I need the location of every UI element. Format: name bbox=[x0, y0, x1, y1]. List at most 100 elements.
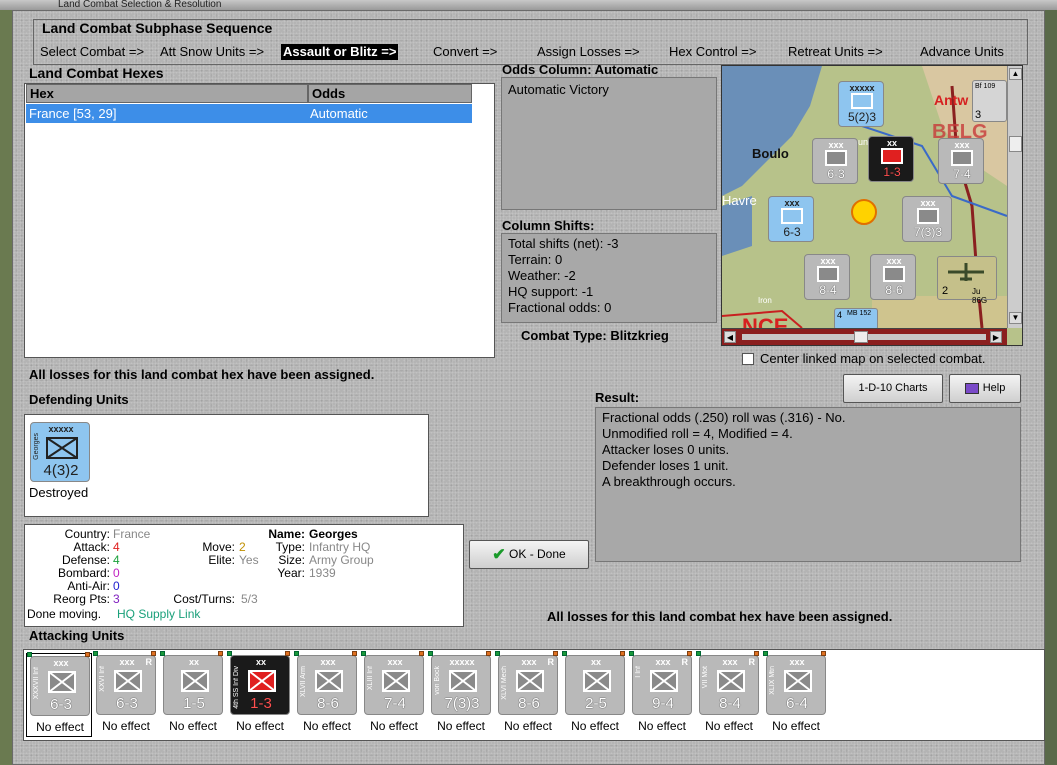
map-air-unit[interactable]: Ju 86G 2 bbox=[937, 256, 997, 305]
step-select-combat[interactable]: Select Combat => bbox=[38, 44, 146, 60]
attacking-unit[interactable]: XLVII Arm xxx 8-6 No effect bbox=[294, 651, 360, 737]
unit-counter: XXXVII Inf xxx 6-3 bbox=[30, 656, 90, 716]
unit-strength: 8-4 bbox=[719, 695, 741, 712]
center-linked-checkbox[interactable] bbox=[742, 353, 754, 365]
hexes-col-odds[interactable]: Odds bbox=[308, 84, 472, 103]
map-unit[interactable]: xxx 8-6 bbox=[870, 254, 916, 300]
attacking-unit[interactable]: XLIII Inf xxx 7-4 No effect bbox=[361, 651, 427, 737]
unit-effect: No effect bbox=[36, 720, 84, 734]
attacking-unit[interactable]: XXVI Inf xxx R 6-3 No effect bbox=[93, 651, 159, 737]
checkmark-icon: ✔ bbox=[492, 546, 506, 564]
map-unit[interactable]: xx 1-3 bbox=[868, 136, 914, 182]
scroll-up-arrow-icon[interactable]: ▲ bbox=[1009, 68, 1022, 80]
map-unit[interactable]: xxx 7(3)3 bbox=[902, 196, 952, 242]
map-unit[interactable]: xxx 8-4 bbox=[804, 254, 850, 300]
unit-counter: XXVI Inf xxx R 6-3 bbox=[96, 655, 156, 715]
status-dot-icon bbox=[620, 651, 625, 656]
supply-dot-icon bbox=[227, 651, 232, 656]
table-row[interactable]: France [53, 29] Automatic bbox=[26, 104, 472, 123]
map-vertical-scrollbar[interactable]: ▲ ▼ bbox=[1007, 66, 1022, 328]
result-line: Defender loses 1 unit. bbox=[602, 458, 729, 473]
supply-dot-icon bbox=[763, 651, 768, 656]
attacking-units-title: Attacking Units bbox=[29, 628, 125, 643]
step-hex-control[interactable]: Hex Control => bbox=[667, 44, 758, 60]
unit-strength: 6-3 bbox=[116, 695, 138, 712]
map-sea bbox=[722, 66, 822, 196]
status-dot-icon bbox=[285, 651, 290, 656]
attacking-unit[interactable]: XLVI Mech xxx R 8-6 No effect bbox=[495, 651, 561, 737]
attacking-unit[interactable]: xx 2-5 No effect bbox=[562, 651, 628, 737]
result-panel: Fractional odds (.250) roll was (.316) -… bbox=[595, 407, 1021, 562]
unit-counter: XLVII Arm xxx 8-6 bbox=[297, 655, 357, 715]
year-label: Year: bbox=[277, 566, 305, 580]
shift-hq-support: HQ support: -1 bbox=[508, 284, 594, 299]
reorg-value: 3 bbox=[113, 592, 120, 606]
losses-assigned-message-bottom: All losses for this land combat hex have… bbox=[547, 609, 893, 624]
map-horizontal-scrollbar[interactable]: ◀ ▶ bbox=[722, 328, 1007, 345]
defending-units-panel: Georges xxxxx 4(3)2 Destroyed bbox=[24, 414, 429, 517]
defending-unit[interactable]: Georges xxxxx 4(3)2 bbox=[30, 422, 90, 482]
status-dot-icon bbox=[821, 651, 826, 656]
map-air-unit[interactable]: MB 152 4 bbox=[834, 308, 878, 330]
scroll-thumb-horizontal[interactable] bbox=[854, 331, 868, 343]
status-dot-icon bbox=[151, 651, 156, 656]
map-unit[interactable]: xxx 7-4 bbox=[938, 138, 984, 184]
attacking-unit[interactable]: VII Mot xxx R 8-4 No effect bbox=[696, 651, 762, 737]
status-dot-icon bbox=[419, 651, 424, 656]
ok-done-button[interactable]: ✔ OK - Done bbox=[469, 540, 589, 569]
cost-label: Cost/Turns: bbox=[173, 592, 235, 606]
attacking-unit[interactable]: XLIX Mtn xxx 6-4 No effect bbox=[763, 651, 829, 737]
ok-done-label: OK - Done bbox=[509, 547, 566, 561]
status-dot-icon bbox=[486, 651, 491, 656]
unit-effect: No effect bbox=[169, 719, 217, 733]
step-convert[interactable]: Convert => bbox=[431, 44, 499, 60]
unit-info-panel: Country: France Attack: 4 Defense: 4 Bom… bbox=[24, 524, 464, 627]
result-line: A breakthrough occurs. bbox=[602, 474, 736, 489]
hexes-col-hex[interactable]: Hex bbox=[26, 84, 308, 103]
window-title: Land Combat Selection & Resolution bbox=[58, 0, 222, 10]
step-advance-units[interactable]: Advance Units bbox=[918, 44, 1006, 60]
attacking-unit[interactable]: von Bock xxxxx 7(3)3 No effect bbox=[428, 651, 494, 737]
column-shifts-panel: Total shifts (net): -3 Terrain: 0 Weathe… bbox=[501, 233, 717, 323]
background-map-right bbox=[1045, 10, 1057, 765]
map-label-antwerp: Antw bbox=[934, 92, 969, 108]
map-unit[interactable]: xxx 6-3 bbox=[768, 196, 814, 242]
odds-panel: Automatic Victory bbox=[501, 77, 717, 210]
map-unit[interactable]: xxx 6-3 bbox=[812, 138, 858, 184]
done-moving-label: Done moving. bbox=[27, 607, 102, 621]
attacking-unit[interactable]: I Inf xxx R 9-4 No effect bbox=[629, 651, 695, 737]
attacking-unit[interactable]: 4th SS Inf Div xx 1-3 No effect bbox=[227, 651, 293, 737]
unit-effect: No effect bbox=[571, 719, 619, 733]
step-att-snow-units[interactable]: Att Snow Units => bbox=[158, 44, 266, 60]
linked-map[interactable]: Antw BELG Boulo Havre unkirk NCE Iron xx… bbox=[721, 65, 1023, 346]
unit-effect: No effect bbox=[638, 719, 686, 733]
unit-strength: 1-5 bbox=[183, 695, 205, 712]
step-assault-or-blitz[interactable]: Assault or Blitz => bbox=[281, 44, 399, 60]
scroll-thumb[interactable] bbox=[1009, 136, 1022, 152]
unit-effect: No effect bbox=[705, 719, 753, 733]
book-icon bbox=[964, 382, 979, 394]
unit-strength: 7(3)3 bbox=[444, 695, 480, 712]
attacking-unit[interactable]: XXXVII Inf xxx 6-3 No effect bbox=[26, 652, 92, 737]
unit-counter: 4th SS Inf Div xx 1-3 bbox=[230, 655, 290, 715]
scroll-right-arrow-icon[interactable]: ▶ bbox=[990, 331, 1002, 343]
unit-effect: No effect bbox=[370, 719, 418, 733]
scroll-left-arrow-icon[interactable]: ◀ bbox=[724, 331, 736, 343]
map-label-iron: Iron bbox=[758, 296, 772, 305]
charts-button[interactable]: 1-D-10 Charts bbox=[843, 374, 943, 403]
attacking-unit[interactable]: xx 1-5 No effect bbox=[160, 651, 226, 737]
map-unit[interactable]: xxxxx 5(2)3 bbox=[838, 81, 884, 127]
window-titlebar: Land Combat Selection & Resolution bbox=[0, 0, 1057, 10]
step-assign-losses[interactable]: Assign Losses => bbox=[535, 44, 642, 60]
scroll-down-arrow-icon[interactable]: ▼ bbox=[1009, 312, 1022, 324]
map-air-unit[interactable]: Bf 109 3 bbox=[972, 80, 1007, 122]
unit-strength: 7-4 bbox=[384, 695, 406, 712]
unit-strength: 6-3 bbox=[50, 696, 72, 713]
background-map-left bbox=[0, 10, 12, 765]
shift-terrain: Terrain: 0 bbox=[508, 252, 563, 267]
column-shifts-title: Column Shifts: bbox=[502, 218, 595, 233]
status-dot-icon bbox=[687, 651, 692, 656]
help-button[interactable]: Help bbox=[949, 374, 1021, 403]
reorg-label: Reorg Pts: bbox=[53, 592, 110, 606]
step-retreat-units[interactable]: Retreat Units => bbox=[786, 44, 885, 60]
